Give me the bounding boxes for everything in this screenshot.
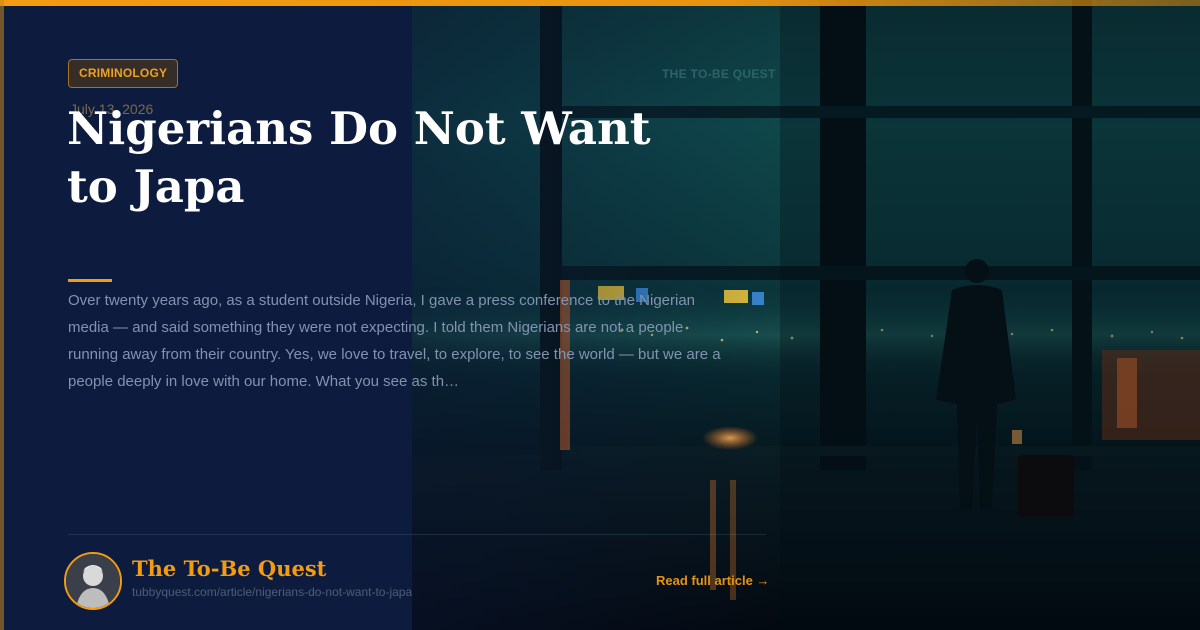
title-accent-line: [68, 279, 112, 282]
accent-top-bar: [0, 0, 1200, 6]
article-title[interactable]: Nigerians Do Not Want to Japa: [67, 100, 707, 216]
portrait-avatar-icon: [66, 554, 120, 608]
og-share-card: CRIMINOLOGY July 13, 2026 THE TO-BE QUES…: [0, 0, 1200, 630]
card-content: CRIMINOLOGY July 13, 2026 THE TO-BE QUES…: [0, 0, 1200, 630]
accent-left-rule: [0, 0, 4, 630]
article-url[interactable]: tubbyquest.com/article/nigerians-do-not-…: [132, 585, 412, 599]
site-name[interactable]: The To-Be Quest: [132, 556, 326, 581]
category-badge[interactable]: CRIMINOLOGY: [68, 59, 179, 88]
brand-watermark: THE TO-BE QUEST: [662, 67, 776, 81]
article-excerpt: Over twenty years ago, as a student outs…: [68, 292, 721, 390]
footer-divider: [68, 534, 766, 535]
read-full-article-link[interactable]: Read full article →: [656, 573, 769, 588]
site-avatar[interactable]: [64, 552, 122, 610]
